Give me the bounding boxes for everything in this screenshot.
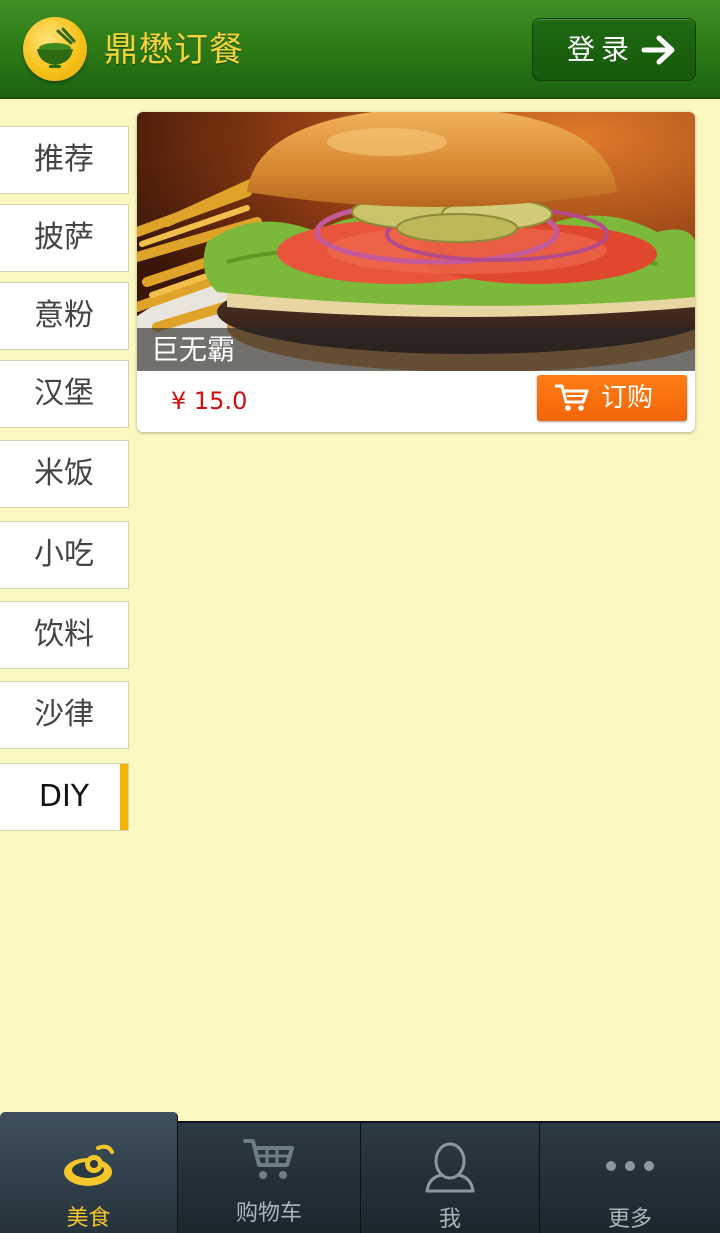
arrow-right-icon xyxy=(641,35,675,65)
tab-label: 购物车 xyxy=(235,1201,302,1226)
category-item-pizza[interactable]: 披萨 xyxy=(0,204,129,272)
cart-icon xyxy=(243,1139,294,1179)
order-label: 订购 xyxy=(601,383,654,413)
category-label: 意粉 xyxy=(34,298,94,333)
tab-label: 更多 xyxy=(607,1207,652,1232)
bowl-logo-icon xyxy=(23,17,87,81)
tab-cart[interactable]: 购物车 xyxy=(178,1123,361,1233)
category-item-salad[interactable]: 沙律 xyxy=(0,681,129,749)
tab-food[interactable]: 美食 xyxy=(0,1112,178,1233)
product-card[interactable]: 巨无霸 ¥ 15.0 订购 xyxy=(137,112,695,432)
category-item-burger[interactable]: 汉堡 xyxy=(0,360,129,428)
product-name: 巨无霸 xyxy=(151,333,236,366)
tab-label: 我 xyxy=(438,1207,461,1232)
tab-label: 美食 xyxy=(66,1206,111,1231)
category-label: 沙律 xyxy=(34,697,94,732)
category-item-rice[interactable]: 米饭 xyxy=(0,440,129,508)
selected-indicator xyxy=(120,764,128,830)
category-item-recommended[interactable]: 推荐 xyxy=(0,126,129,194)
app-title: 鼎懋订餐 xyxy=(104,30,244,70)
category-label: 汉堡 xyxy=(34,376,94,411)
login-button[interactable]: 登录 xyxy=(532,18,696,81)
login-label: 登录 xyxy=(567,33,636,66)
category-label: 披萨 xyxy=(34,220,94,255)
tab-more[interactable]: 更多 xyxy=(540,1123,720,1233)
tab-me[interactable]: 我 xyxy=(361,1123,540,1233)
order-button[interactable]: 订购 xyxy=(537,375,687,421)
category-label: 小吃 xyxy=(34,537,94,572)
category-label: 推荐 xyxy=(34,142,94,177)
category-item-pasta[interactable]: 意粉 xyxy=(0,282,129,350)
category-item-drinks[interactable]: 饮料 xyxy=(0,601,129,669)
category-item-diy[interactable]: DIY xyxy=(0,763,129,831)
app-header: 鼎懋订餐 登录 xyxy=(0,0,720,99)
category-label: 饮料 xyxy=(34,617,94,652)
category-label: DIY xyxy=(38,779,90,814)
more-icon xyxy=(606,1161,654,1171)
cart-icon xyxy=(555,384,589,411)
bottom-tab-bar: 美食 购物车 我 更多 xyxy=(0,1112,720,1233)
product-name-bar: 巨无霸 xyxy=(137,328,695,371)
category-item-snacks[interactable]: 小吃 xyxy=(0,521,129,589)
category-label: 米饭 xyxy=(34,456,94,491)
product-price: ¥ 15.0 xyxy=(171,387,248,415)
food-icon xyxy=(63,1144,114,1186)
user-icon xyxy=(425,1142,475,1193)
